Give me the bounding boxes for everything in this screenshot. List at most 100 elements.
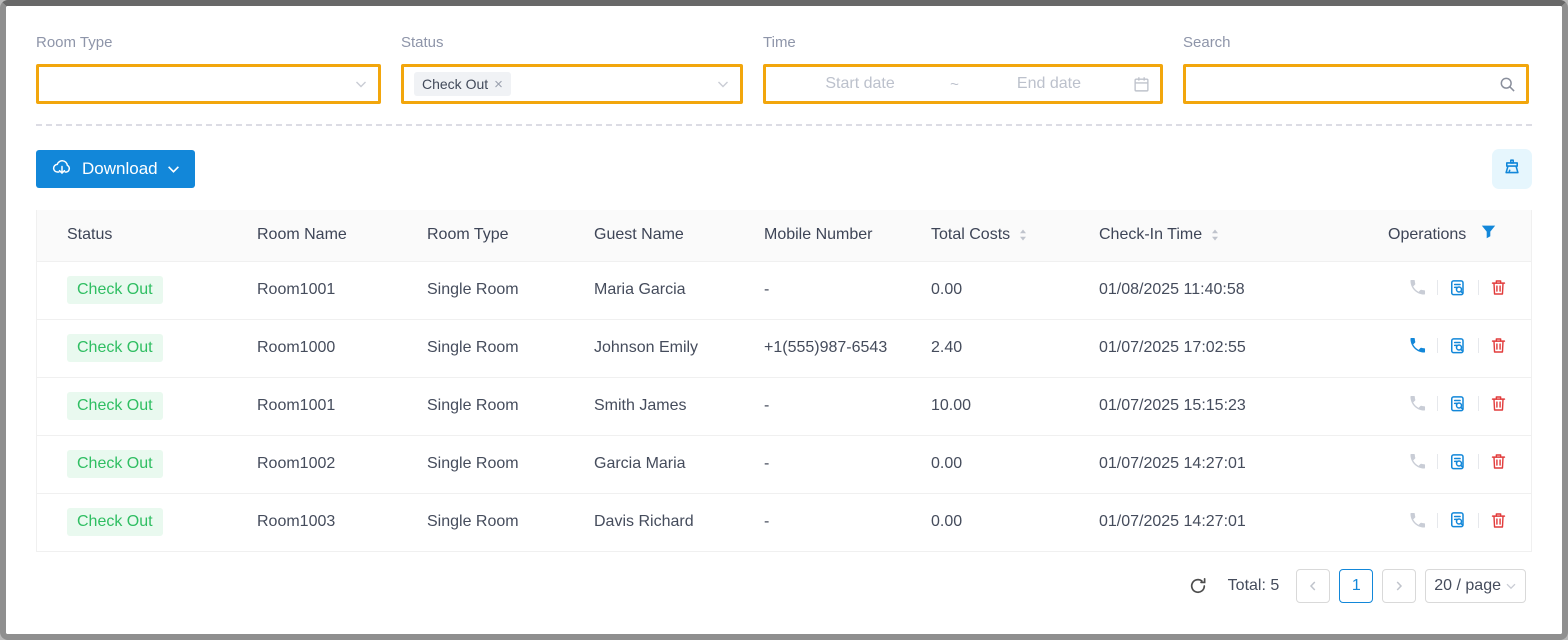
status-badge: Check Out xyxy=(67,508,163,536)
end-date-input[interactable]: End date xyxy=(965,75,1133,93)
page-size-select[interactable]: 20 / page xyxy=(1425,569,1526,603)
range-separator: ~ xyxy=(944,76,965,93)
cell-room-name: Room1001 xyxy=(257,261,427,319)
clear-filters-icon xyxy=(1501,157,1523,182)
table-body: Check Out Room1001 Single Room Maria Gar… xyxy=(37,261,1531,551)
room-management-page: Room Type Status Check Out × xyxy=(6,6,1562,634)
time-label: Time xyxy=(763,34,1163,51)
prev-page-button[interactable] xyxy=(1296,569,1330,603)
download-label: Download xyxy=(82,159,158,179)
cell-room-type: Single Room xyxy=(427,377,594,435)
filter-search: Search xyxy=(1183,34,1529,104)
cell-check-in-time: 01/07/2025 17:02:55 xyxy=(1099,319,1384,377)
filter-bar: Room Type Status Check Out × xyxy=(6,6,1562,104)
cell-room-name: Room1001 xyxy=(257,377,427,435)
col-guest-name: Guest Name xyxy=(594,210,764,261)
cell-total-costs: 10.00 xyxy=(931,377,1099,435)
cell-check-in-time: 01/07/2025 14:27:01 xyxy=(1099,493,1384,551)
delete-icon[interactable] xyxy=(1489,394,1508,413)
search-box xyxy=(1183,64,1529,104)
col-status: Status xyxy=(37,210,257,261)
cell-room-name: Room1000 xyxy=(257,319,427,377)
chevron-down-icon xyxy=(354,77,368,91)
download-button[interactable]: Download xyxy=(36,150,195,188)
sort-icon[interactable] xyxy=(1210,228,1220,242)
cell-room-type: Single Room xyxy=(427,261,594,319)
status-select[interactable]: Check Out × xyxy=(401,64,743,104)
op-divider xyxy=(1478,513,1479,528)
next-page-button[interactable] xyxy=(1382,569,1416,603)
call-icon[interactable] xyxy=(1408,394,1427,413)
col-total-costs[interactable]: Total Costs xyxy=(931,210,1099,261)
cell-total-costs: 2.40 xyxy=(931,319,1099,377)
cell-mobile-number: +1(555)987-6543 xyxy=(764,319,931,377)
status-badge: Check Out xyxy=(67,450,163,478)
order-detail-icon[interactable] xyxy=(1448,278,1468,298)
op-divider xyxy=(1437,454,1438,469)
col-operations: Operations xyxy=(1384,210,1531,261)
call-icon[interactable] xyxy=(1408,278,1427,297)
delete-icon[interactable] xyxy=(1489,278,1508,297)
status-badge: Check Out xyxy=(67,334,163,362)
cell-room-name: Room1003 xyxy=(257,493,427,551)
op-divider xyxy=(1437,338,1438,353)
col-room-type: Room Type xyxy=(427,210,594,261)
chevron-down-icon xyxy=(716,77,730,91)
op-divider xyxy=(1478,396,1479,411)
search-icon[interactable] xyxy=(1499,76,1516,93)
status-badge: Check Out xyxy=(67,276,163,304)
filter-time: Time Start date ~ End date xyxy=(763,34,1163,104)
room-type-label: Room Type xyxy=(36,34,381,51)
status-badge: Check Out xyxy=(67,392,163,420)
filter-status: Status Check Out × xyxy=(401,34,743,104)
clear-filters-button[interactable] xyxy=(1492,149,1532,189)
order-detail-icon[interactable] xyxy=(1448,452,1468,472)
table-row: Check Out Room1001 Single Room Maria Gar… xyxy=(37,261,1531,319)
call-icon[interactable] xyxy=(1408,511,1427,530)
cell-room-type: Single Room xyxy=(427,493,594,551)
search-input[interactable] xyxy=(1196,76,1499,93)
op-divider xyxy=(1437,280,1438,295)
op-divider xyxy=(1478,454,1479,469)
tag-close-icon[interactable]: × xyxy=(494,77,503,92)
col-mobile-number: Mobile Number xyxy=(764,210,931,261)
refresh-icon[interactable] xyxy=(1189,577,1207,595)
table-row: Check Out Room1003 Single Room Davis Ric… xyxy=(37,493,1531,551)
cell-mobile-number: - xyxy=(764,261,931,319)
pagination-bar: Total: 5 1 20 / page xyxy=(6,552,1562,603)
cell-mobile-number: - xyxy=(764,435,931,493)
col-room-name: Room Name xyxy=(257,210,427,261)
cell-total-costs: 0.00 xyxy=(931,261,1099,319)
page-1-button[interactable]: 1 xyxy=(1339,569,1373,603)
status-label: Status xyxy=(401,34,743,51)
start-date-input[interactable]: Start date xyxy=(776,75,944,93)
chevron-down-icon xyxy=(1505,580,1517,592)
cell-total-costs: 0.00 xyxy=(931,493,1099,551)
cell-guest-name: Garcia Maria xyxy=(594,435,764,493)
cell-mobile-number: - xyxy=(764,493,931,551)
order-detail-icon[interactable] xyxy=(1448,510,1468,530)
toolbar: Download xyxy=(6,126,1562,189)
order-detail-icon[interactable] xyxy=(1448,336,1468,356)
order-detail-icon[interactable] xyxy=(1448,394,1468,414)
page-size-label: 20 / page xyxy=(1434,577,1501,595)
delete-icon[interactable] xyxy=(1489,511,1508,530)
date-range-picker[interactable]: Start date ~ End date xyxy=(763,64,1163,104)
table-row: Check Out Room1002 Single Room Garcia Ma… xyxy=(37,435,1531,493)
col-check-in-time[interactable]: Check-In Time xyxy=(1099,210,1384,261)
cell-guest-name: Smith James xyxy=(594,377,764,435)
filter-funnel-icon[interactable] xyxy=(1480,224,1497,246)
cell-check-in-time: 01/07/2025 14:27:01 xyxy=(1099,435,1384,493)
cell-room-name: Room1002 xyxy=(257,435,427,493)
cell-mobile-number: - xyxy=(764,377,931,435)
delete-icon[interactable] xyxy=(1489,452,1508,471)
call-icon[interactable] xyxy=(1408,336,1427,355)
sort-icon[interactable] xyxy=(1018,228,1028,242)
room-type-select[interactable] xyxy=(36,64,381,104)
op-divider xyxy=(1478,338,1479,353)
delete-icon[interactable] xyxy=(1489,336,1508,355)
cell-guest-name: Davis Richard xyxy=(594,493,764,551)
rooms-table: Status Room Name Room Type Guest Name Mo… xyxy=(36,210,1532,552)
app-window: Room Type Status Check Out × xyxy=(0,0,1568,640)
call-icon[interactable] xyxy=(1408,452,1427,471)
